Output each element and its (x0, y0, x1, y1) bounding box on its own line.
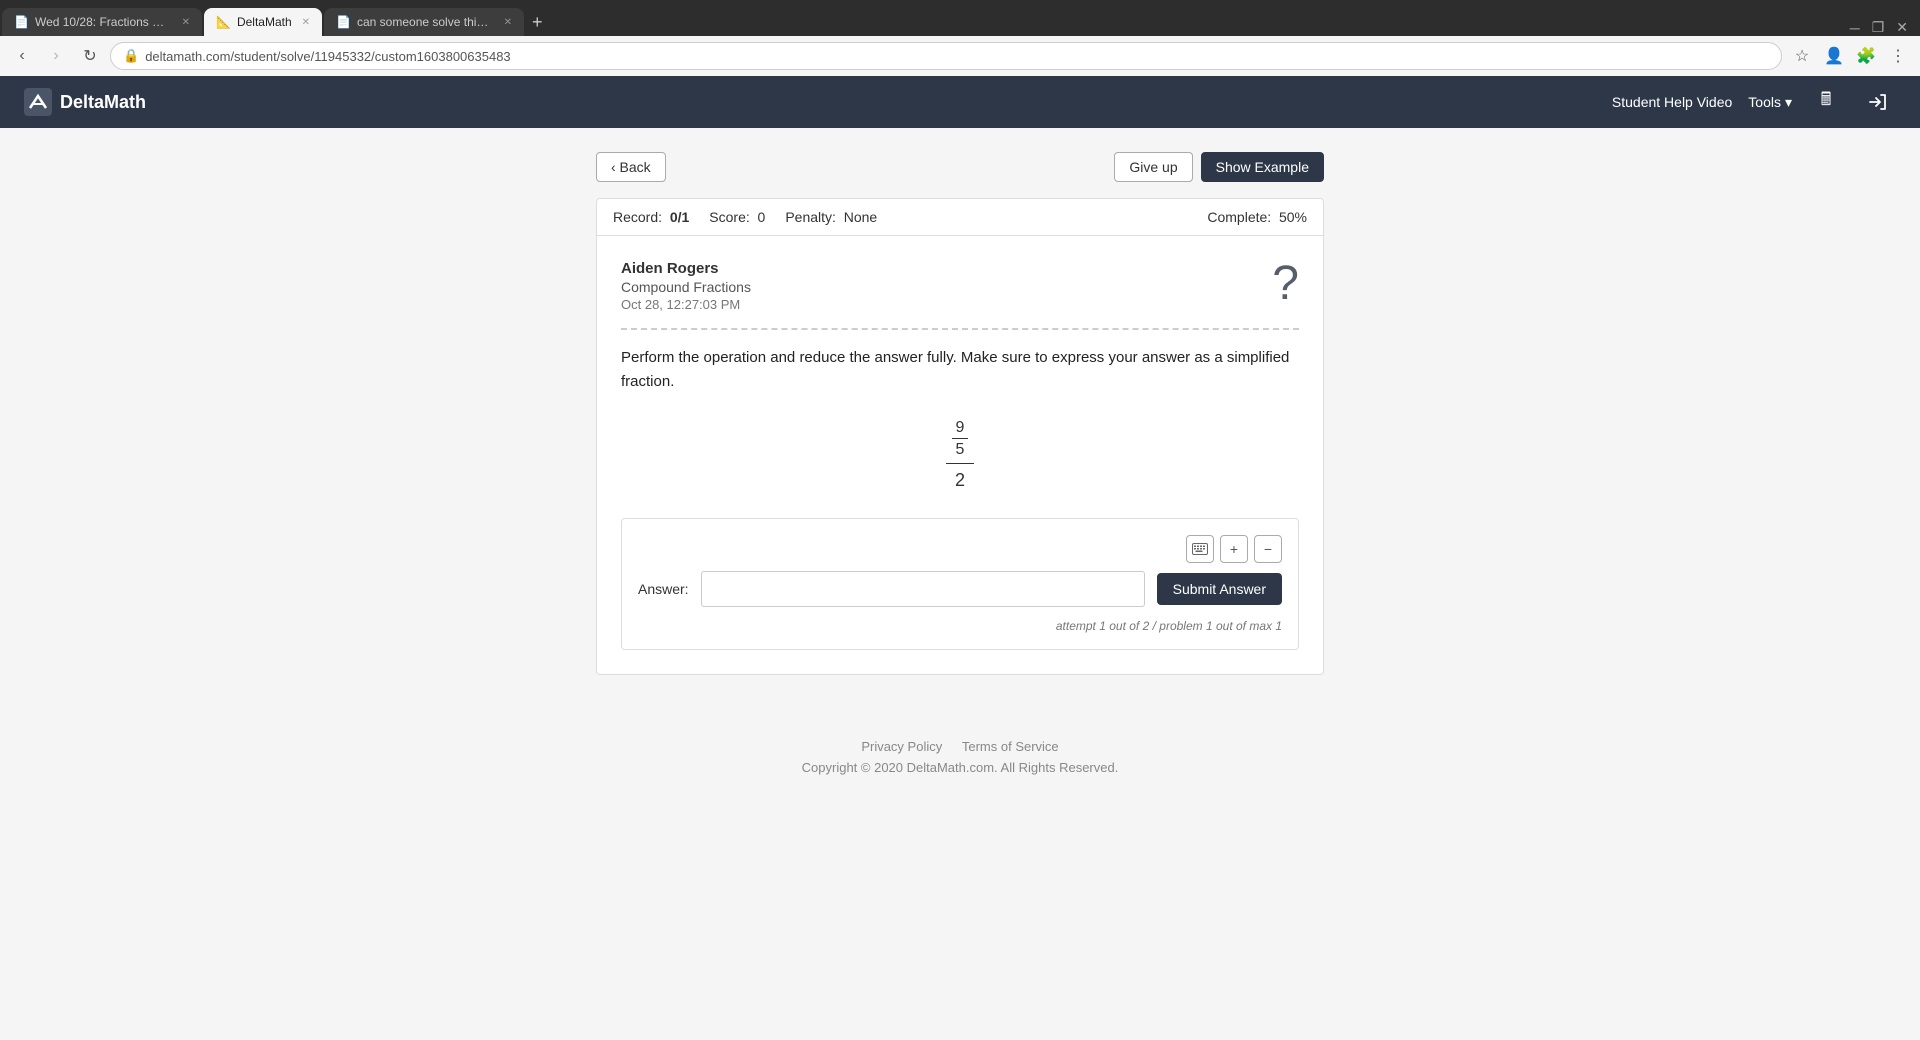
tab-close-1[interactable]: ✕ (182, 17, 190, 28)
tools-chevron-icon: ▾ (1785, 94, 1792, 111)
tab-title-3: can someone solve this plz - Bra... (357, 15, 494, 29)
frac-numerator-top: 9 (956, 418, 965, 437)
outer-frac-line (946, 463, 974, 464)
calculator-icon[interactable]: 🖩 (1808, 84, 1844, 120)
problem-meta: Aiden Rogers Compound Fractions Oct 28, … (621, 260, 751, 312)
tools-menu[interactable]: Tools ▾ (1748, 94, 1792, 111)
back-button[interactable]: ‹ Back (596, 152, 666, 182)
submit-answer-button[interactable]: Submit Answer (1157, 573, 1282, 605)
logout-icon[interactable] (1860, 84, 1896, 120)
remove-element-button[interactable]: − (1254, 535, 1282, 563)
reload-button[interactable]: ↻ (76, 42, 104, 70)
browser-tab-2[interactable]: 📐 DeltaMath ✕ (204, 8, 322, 36)
app-header: DeltaMath Student Help Video Tools ▾ 🖩 (0, 76, 1920, 128)
app-logo[interactable]: DeltaMath (24, 88, 146, 116)
penalty-value: None (844, 209, 877, 225)
record-value: 0/1 (670, 209, 689, 225)
record-bar: Record: 0/1 Score: 0 Penalty: None Compl… (596, 198, 1324, 236)
browser-tab-1[interactable]: 📄 Wed 10/28: Fractions Review ✕ (2, 8, 202, 36)
tab-title-2: DeltaMath (237, 15, 292, 29)
minimize-button[interactable]: ─ (1850, 20, 1860, 36)
keyboard-tool-button[interactable] (1186, 535, 1214, 563)
main-content: ‹ Back Give up Show Example Record: 0/1 … (580, 128, 1340, 699)
frac-numerator-bottom: 5 (956, 440, 965, 459)
action-bar: ‹ Back Give up Show Example (596, 152, 1324, 182)
penalty-label: Penalty: None (785, 209, 877, 225)
extensions-icon[interactable]: 🧩 (1852, 42, 1880, 70)
tab-close-3[interactable]: ✕ (504, 17, 512, 28)
problem-header: Aiden Rogers Compound Fractions Oct 28, … (621, 260, 1299, 312)
copyright-text: Copyright © 2020 DeltaMath.com. All Righ… (16, 760, 1904, 775)
record-text-group: Record: 0/1 Score: 0 Penalty: None (613, 209, 877, 225)
record-label: Record: 0/1 (613, 209, 689, 225)
address-bar[interactable]: 🔒 deltamath.com/student/solve/11945332/c… (110, 42, 1782, 70)
compound-fraction: 9 5 2 (946, 418, 974, 494)
problem-divider (621, 328, 1299, 330)
settings-icon[interactable]: ⋮ (1884, 42, 1912, 70)
new-tab-button[interactable]: + (524, 8, 551, 36)
fraction-display: 9 5 2 (621, 418, 1299, 494)
logo-icon (24, 88, 52, 116)
answer-tools: + − (638, 535, 1282, 563)
tab-favicon-3: 📄 (336, 15, 351, 29)
add-element-button[interactable]: + (1220, 535, 1248, 563)
back-nav-button[interactable]: ‹ (8, 42, 36, 70)
score-value: 0 (758, 209, 766, 225)
complete-label: Complete: 50% (1207, 209, 1307, 225)
browser-tab-3[interactable]: 📄 can someone solve this plz - Bra... ✕ (324, 8, 524, 36)
answer-area: + − Answer: Submit Answer attempt 1 out … (621, 518, 1299, 650)
problem-subject: Compound Fractions (621, 279, 751, 295)
terms-of-service-link[interactable]: Terms of Service (962, 739, 1059, 754)
maximize-button[interactable]: ❐ (1872, 19, 1885, 36)
numerator-fraction: 9 5 (952, 418, 968, 459)
close-window-button[interactable]: ✕ (1896, 19, 1908, 36)
tab-favicon-2: 📐 (216, 15, 231, 29)
tab-favicon-1: 📄 (14, 15, 29, 29)
logo-text: DeltaMath (60, 92, 146, 113)
lock-icon: 🔒 (123, 48, 139, 64)
score-label: Score: 0 (709, 209, 765, 225)
footer: Privacy Policy Terms of Service Copyrigh… (0, 699, 1920, 795)
answer-input[interactable] (701, 571, 1145, 607)
profile-icon[interactable]: 👤 (1820, 42, 1848, 70)
url-text: deltamath.com/student/solve/11945332/cus… (145, 49, 510, 64)
forward-nav-button[interactable]: › (42, 42, 70, 70)
tab-title-1: Wed 10/28: Fractions Review (35, 15, 172, 29)
answer-label: Answer: (638, 581, 689, 597)
header-nav: Student Help Video Tools ▾ 🖩 (1612, 84, 1896, 120)
student-name: Aiden Rogers (621, 260, 751, 277)
student-help-link[interactable]: Student Help Video (1612, 94, 1732, 110)
problem-card: Aiden Rogers Compound Fractions Oct 28, … (596, 236, 1324, 675)
problem-date: Oct 28, 12:27:03 PM (621, 297, 751, 312)
answer-row: Answer: Submit Answer (638, 571, 1282, 607)
tab-close-2[interactable]: ✕ (302, 17, 310, 28)
complete-value: 50% (1279, 209, 1307, 225)
action-bar-right: Give up Show Example (1114, 152, 1324, 182)
tools-label: Tools (1748, 94, 1781, 110)
privacy-policy-link[interactable]: Privacy Policy (861, 739, 942, 754)
attempt-info: attempt 1 out of 2 / problem 1 out of ma… (638, 619, 1282, 633)
frac-denominator: 2 (955, 468, 965, 493)
inner-frac-line (952, 438, 968, 439)
bookmark-icon[interactable]: ☆ (1788, 42, 1816, 70)
problem-instruction: Perform the operation and reduce the ans… (621, 346, 1299, 394)
show-example-button[interactable]: Show Example (1201, 152, 1324, 182)
help-icon[interactable]: ? (1272, 260, 1299, 308)
give-up-button[interactable]: Give up (1114, 152, 1192, 182)
